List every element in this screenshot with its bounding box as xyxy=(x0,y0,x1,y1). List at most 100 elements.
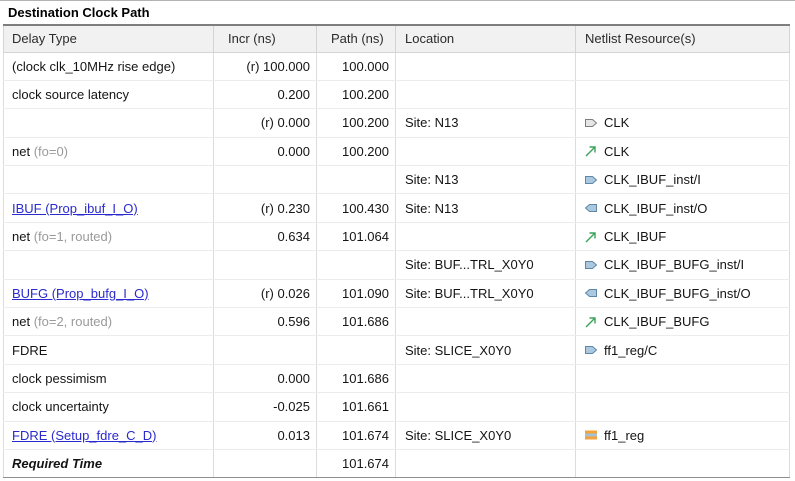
table-row[interactable]: clock uncertainty -0.025 101.661 xyxy=(4,393,790,421)
incr-cell xyxy=(214,251,317,279)
cell-icon xyxy=(584,428,598,442)
location-cell xyxy=(396,449,576,477)
location-cell: Site: N13 xyxy=(396,194,576,222)
incr-cell: 0.013 xyxy=(214,421,317,449)
delay-type-cell: FDRE (Setup_fdre_C_D) xyxy=(4,421,214,449)
location-cell xyxy=(396,308,576,336)
table-row[interactable]: Required Time 101.674 xyxy=(4,449,790,477)
column-header-delay-type[interactable]: Delay Type xyxy=(4,25,214,52)
netlist-resource-text: CLK_IBUF_BUFG_inst/O xyxy=(604,286,751,301)
path-cell: 101.674 xyxy=(317,449,396,477)
column-header-incr[interactable]: Incr (ns) xyxy=(214,25,317,52)
delay-type-text: net xyxy=(12,229,30,244)
netlist-resource-cell: ff1_reg xyxy=(576,421,790,449)
column-header-netlist-resource[interactable]: Netlist Resource(s) xyxy=(576,25,790,52)
incr-cell: (r) 0.230 xyxy=(214,194,317,222)
path-cell: 100.000 xyxy=(317,52,396,80)
delay-type-cell: clock pessimism xyxy=(4,364,214,392)
table-row[interactable]: clock source latency 0.200 100.200 xyxy=(4,80,790,108)
netlist-resource-text: ff1_reg/C xyxy=(604,343,657,358)
table-body: (clock clk_10MHz rise edge) (r) 100.000 … xyxy=(4,52,790,478)
delay-type-cell xyxy=(4,251,214,279)
net-icon xyxy=(584,315,598,329)
input-pin-icon xyxy=(584,258,598,272)
netlist-resource-cell xyxy=(576,449,790,477)
netlist-resource-text: CLK_IBUF_BUFG xyxy=(604,314,709,329)
location-cell xyxy=(396,52,576,80)
table-row[interactable]: (r) 0.000 100.200 Site: N13 CLK xyxy=(4,109,790,137)
table-row[interactable]: clock pessimism 0.000 101.686 xyxy=(4,364,790,392)
location-cell xyxy=(396,393,576,421)
delay-type-link[interactable]: FDRE (Setup_fdre_C_D) xyxy=(12,428,157,443)
netlist-resource-text: CLK_IBUF xyxy=(604,229,666,244)
path-cell xyxy=(317,251,396,279)
delay-type-link[interactable]: BUFG (Prop_bufg_I_O) xyxy=(12,286,149,301)
header-row: Delay Type Incr (ns) Path (ns) Location … xyxy=(4,25,790,52)
delay-type-cell xyxy=(4,166,214,194)
incr-cell: 0.634 xyxy=(214,222,317,250)
port-icon xyxy=(584,116,598,130)
table-row[interactable]: net (fo=2, routed) 0.596 101.686 CLK_IBU… xyxy=(4,308,790,336)
incr-cell: 0.000 xyxy=(214,364,317,392)
destination-clock-path-table: Delay Type Incr (ns) Path (ns) Location … xyxy=(3,24,789,478)
netlist-resource-cell: CLK_IBUF_inst/I xyxy=(576,166,790,194)
path-cell: 101.674 xyxy=(317,421,396,449)
path-cell: 100.430 xyxy=(317,194,396,222)
delay-type-link[interactable]: IBUF (Prop_ibuf_I_O) xyxy=(12,201,138,216)
net-icon xyxy=(584,144,598,158)
netlist-resource-cell: CLK xyxy=(576,109,790,137)
location-cell: Site: SLICE_X0Y0 xyxy=(396,421,576,449)
delay-type-text: (clock clk_10MHz rise edge) xyxy=(12,59,175,74)
table-row[interactable]: BUFG (Prop_bufg_I_O) (r) 0.026 101.090 S… xyxy=(4,279,790,307)
column-header-path[interactable]: Path (ns) xyxy=(317,25,396,52)
table-row[interactable]: IBUF (Prop_ibuf_I_O) (r) 0.230 100.430 S… xyxy=(4,194,790,222)
location-cell: Site: BUF...TRL_X0Y0 xyxy=(396,279,576,307)
delay-type-cell xyxy=(4,109,214,137)
table-row[interactable]: net (fo=0) 0.000 100.200 CLK xyxy=(4,137,790,165)
incr-cell xyxy=(214,166,317,194)
netlist-resource-cell xyxy=(576,393,790,421)
location-cell: Site: SLICE_X0Y0 xyxy=(396,336,576,364)
location-cell: Site: N13 xyxy=(396,109,576,137)
delay-type-cell: IBUF (Prop_ibuf_I_O) xyxy=(4,194,214,222)
netlist-resource-cell: CLK xyxy=(576,137,790,165)
incr-cell: (r) 100.000 xyxy=(214,52,317,80)
output-pin-icon xyxy=(584,201,598,215)
delay-type-cell: Required Time xyxy=(4,449,214,477)
delay-type-cell: net (fo=0) xyxy=(4,137,214,165)
path-cell: 100.200 xyxy=(317,137,396,165)
delay-type-text: clock pessimism xyxy=(12,371,107,386)
incr-cell: (r) 0.026 xyxy=(214,279,317,307)
netlist-resource-cell: CLK_IBUF_BUFG_inst/I xyxy=(576,251,790,279)
netlist-resource-cell: CLK_IBUF xyxy=(576,222,790,250)
table-row[interactable]: Site: BUF...TRL_X0Y0 CLK_IBUF_BUFG_inst/… xyxy=(4,251,790,279)
column-header-location[interactable]: Location xyxy=(396,25,576,52)
delay-type-cell: clock source latency xyxy=(4,80,214,108)
path-cell: 101.686 xyxy=(317,364,396,392)
incr-cell: 0.596 xyxy=(214,308,317,336)
netlist-resource-text: CLK_IBUF_inst/I xyxy=(604,172,701,187)
table-row[interactable]: FDRE Site: SLICE_X0Y0 ff1_reg/C xyxy=(4,336,790,364)
table-row[interactable]: FDRE (Setup_fdre_C_D) 0.013 101.674 Site… xyxy=(4,421,790,449)
netlist-resource-text: CLK_IBUF_inst/O xyxy=(604,201,707,216)
delay-type-text: clock source latency xyxy=(12,87,129,102)
net-icon xyxy=(584,230,598,244)
location-cell xyxy=(396,222,576,250)
delay-type-cell: (clock clk_10MHz rise edge) xyxy=(4,52,214,80)
netlist-resource-cell: CLK_IBUF_inst/O xyxy=(576,194,790,222)
location-cell xyxy=(396,137,576,165)
table-row[interactable]: (clock clk_10MHz rise edge) (r) 100.000 … xyxy=(4,52,790,80)
input-pin-icon xyxy=(584,173,598,187)
delay-type-cell: net (fo=1, routed) xyxy=(4,222,214,250)
table-row[interactable]: Site: N13 CLK_IBUF_inst/I xyxy=(4,166,790,194)
netlist-resource-cell xyxy=(576,80,790,108)
location-cell xyxy=(396,364,576,392)
table-row[interactable]: net (fo=1, routed) 0.634 101.064 CLK_IBU… xyxy=(4,222,790,250)
delay-type-cell: net (fo=2, routed) xyxy=(4,308,214,336)
path-cell: 101.661 xyxy=(317,393,396,421)
delay-type-cell: BUFG (Prop_bufg_I_O) xyxy=(4,279,214,307)
path-cell: 101.064 xyxy=(317,222,396,250)
path-cell: 101.686 xyxy=(317,308,396,336)
netlist-resource-cell xyxy=(576,364,790,392)
netlist-resource-cell: ff1_reg/C xyxy=(576,336,790,364)
